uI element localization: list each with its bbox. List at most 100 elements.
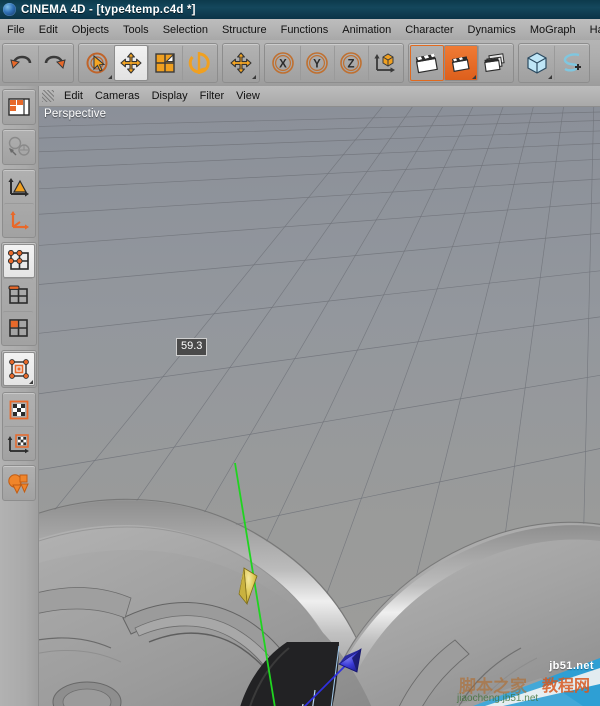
points-mode-icon — [7, 250, 31, 272]
submenu-corner-icon — [472, 75, 476, 79]
viewport-menu-display[interactable]: Display — [146, 88, 194, 104]
viewport-menu-cameras[interactable]: Cameras — [89, 88, 146, 104]
object-axis-button[interactable] — [4, 171, 34, 203]
menu-item-objects[interactable]: Objects — [65, 22, 116, 38]
model-mode-button[interactable] — [3, 352, 35, 386]
viewport-menu-view[interactable]: View — [230, 88, 266, 104]
spline-pen-icon — [558, 51, 584, 75]
left-group-component-mode — [1, 242, 37, 346]
render-settings-icon — [482, 52, 508, 74]
world-axis-icon — [7, 209, 31, 231]
cube-primitive-icon — [524, 51, 550, 75]
undo-icon — [8, 52, 34, 74]
menu-item-animation[interactable]: Animation — [335, 22, 398, 38]
layout-manager-button[interactable] — [4, 91, 34, 123]
main-toolbar: X Y Z — [0, 40, 600, 87]
toolbar-group-render — [408, 43, 514, 83]
menu-item-tools[interactable]: Tools — [116, 22, 156, 38]
svg-text:Y: Y — [313, 59, 321, 71]
toolbar-group-axis — [222, 43, 260, 83]
toolbar-group-axis-locks: X Y Z — [264, 43, 404, 83]
svg-text:Z: Z — [347, 59, 354, 71]
render-view-button[interactable] — [410, 45, 444, 81]
left-group-layout — [2, 89, 36, 125]
y-axis-lock-icon: Y — [304, 51, 330, 75]
window-title: CINEMA 4D - [type4temp.c4d *] — [21, 4, 196, 16]
x-axis-lock-button[interactable]: X — [266, 45, 300, 81]
viewport-grip-icon[interactable] — [42, 90, 54, 102]
menu-item-hair[interactable]: Hair — [583, 22, 600, 38]
left-group-axis-mode — [2, 169, 36, 238]
svg-text:X: X — [279, 59, 287, 71]
edges-mode-icon — [6, 284, 30, 306]
viewport-view-label: Perspective — [44, 108, 106, 120]
viewport-menu-edit[interactable]: Edit — [58, 88, 89, 104]
live-selection-icon — [84, 51, 110, 75]
z-axis-lock-icon: Z — [338, 51, 364, 75]
left-group-undo-view — [2, 129, 36, 165]
undo-view-icon — [7, 136, 31, 158]
left-group-texture-mode — [2, 392, 36, 461]
y-axis-lock-button[interactable]: Y — [300, 45, 334, 81]
texture-axis-button[interactable] — [4, 426, 34, 459]
toolbar-group-history — [2, 43, 74, 83]
texture-mode-button[interactable] — [4, 394, 34, 426]
menu-item-selection[interactable]: Selection — [156, 22, 215, 38]
cinema4d-logo-icon — [3, 3, 16, 16]
render-settings-button[interactable] — [478, 45, 512, 81]
toolbar-group-create — [518, 43, 590, 83]
viewport-panel: Edit Cameras Display Filter View — [39, 86, 600, 706]
points-mode-button[interactable] — [3, 244, 35, 278]
render-picture-viewer-button[interactable] — [444, 45, 478, 81]
menu-item-edit[interactable]: Edit — [32, 22, 65, 38]
menu-item-dynamics[interactable]: Dynamics — [461, 22, 523, 38]
viewport-menu-bar: Edit Cameras Display Filter View — [39, 86, 600, 107]
z-axis-lock-button[interactable]: Z — [334, 45, 368, 81]
move-tool-icon — [118, 51, 144, 75]
measurement-tooltip: 59.3 — [176, 338, 207, 356]
submenu-corner-icon — [548, 75, 552, 79]
live-selection-button[interactable] — [80, 45, 114, 81]
rotate-tool-icon — [186, 51, 212, 75]
scale-tool-icon — [152, 51, 178, 75]
edges-mode-button[interactable] — [3, 278, 33, 311]
redo-button[interactable] — [38, 45, 72, 81]
spline-pen-button[interactable] — [554, 45, 588, 81]
rotate-tool-button[interactable] — [182, 45, 216, 81]
undo-view-button[interactable] — [4, 131, 34, 163]
left-toolbar — [0, 86, 39, 706]
submenu-corner-icon — [29, 380, 33, 384]
viewport-menu-filter[interactable]: Filter — [194, 88, 230, 104]
enable-deformers-icon — [7, 472, 31, 494]
watermark-cn-text: 教程网 — [542, 672, 590, 696]
move-tool-button[interactable] — [114, 45, 148, 81]
cinema4d-window: CINEMA 4D - [type4temp.c4d *] File Edit … — [0, 0, 600, 706]
menu-item-functions[interactable]: Functions — [274, 22, 336, 38]
title-bar: CINEMA 4D - [type4temp.c4d *] — [0, 0, 600, 19]
undo-button[interactable] — [4, 45, 38, 81]
viewport-3d-canvas[interactable]: Perspective 59.3 jb51.net 教程网 脚本之家 jiaoc… — [39, 106, 600, 706]
menu-item-character[interactable]: Character — [398, 22, 460, 38]
render-view-icon — [414, 52, 440, 74]
model-mode-icon — [7, 358, 31, 380]
submenu-corner-icon — [108, 75, 112, 79]
world-axis-button[interactable] — [4, 203, 34, 236]
texture-mode-icon — [7, 399, 31, 421]
menu-item-file[interactable]: File — [0, 22, 32, 38]
texture-axis-icon — [7, 432, 31, 454]
menu-item-mograph[interactable]: MoGraph — [523, 22, 583, 38]
world-coordinates-button[interactable] — [368, 45, 402, 81]
toolbar-group-transform — [78, 43, 218, 83]
submenu-corner-icon — [252, 75, 256, 79]
cube-primitive-button[interactable] — [520, 45, 554, 81]
move-axis-button[interactable] — [224, 45, 258, 81]
left-group-deformer — [2, 465, 36, 501]
redo-icon — [42, 52, 68, 74]
polygons-mode-button[interactable] — [3, 311, 33, 344]
menu-item-structure[interactable]: Structure — [215, 22, 274, 38]
object-axis-icon — [7, 176, 31, 198]
watermark-subdomain-text: jiaocheng.jb51.net — [457, 693, 538, 704]
menu-bar: File Edit Objects Tools Selection Struct… — [0, 19, 600, 41]
scale-tool-button[interactable] — [148, 45, 182, 81]
enable-deformers-button[interactable] — [4, 467, 34, 499]
